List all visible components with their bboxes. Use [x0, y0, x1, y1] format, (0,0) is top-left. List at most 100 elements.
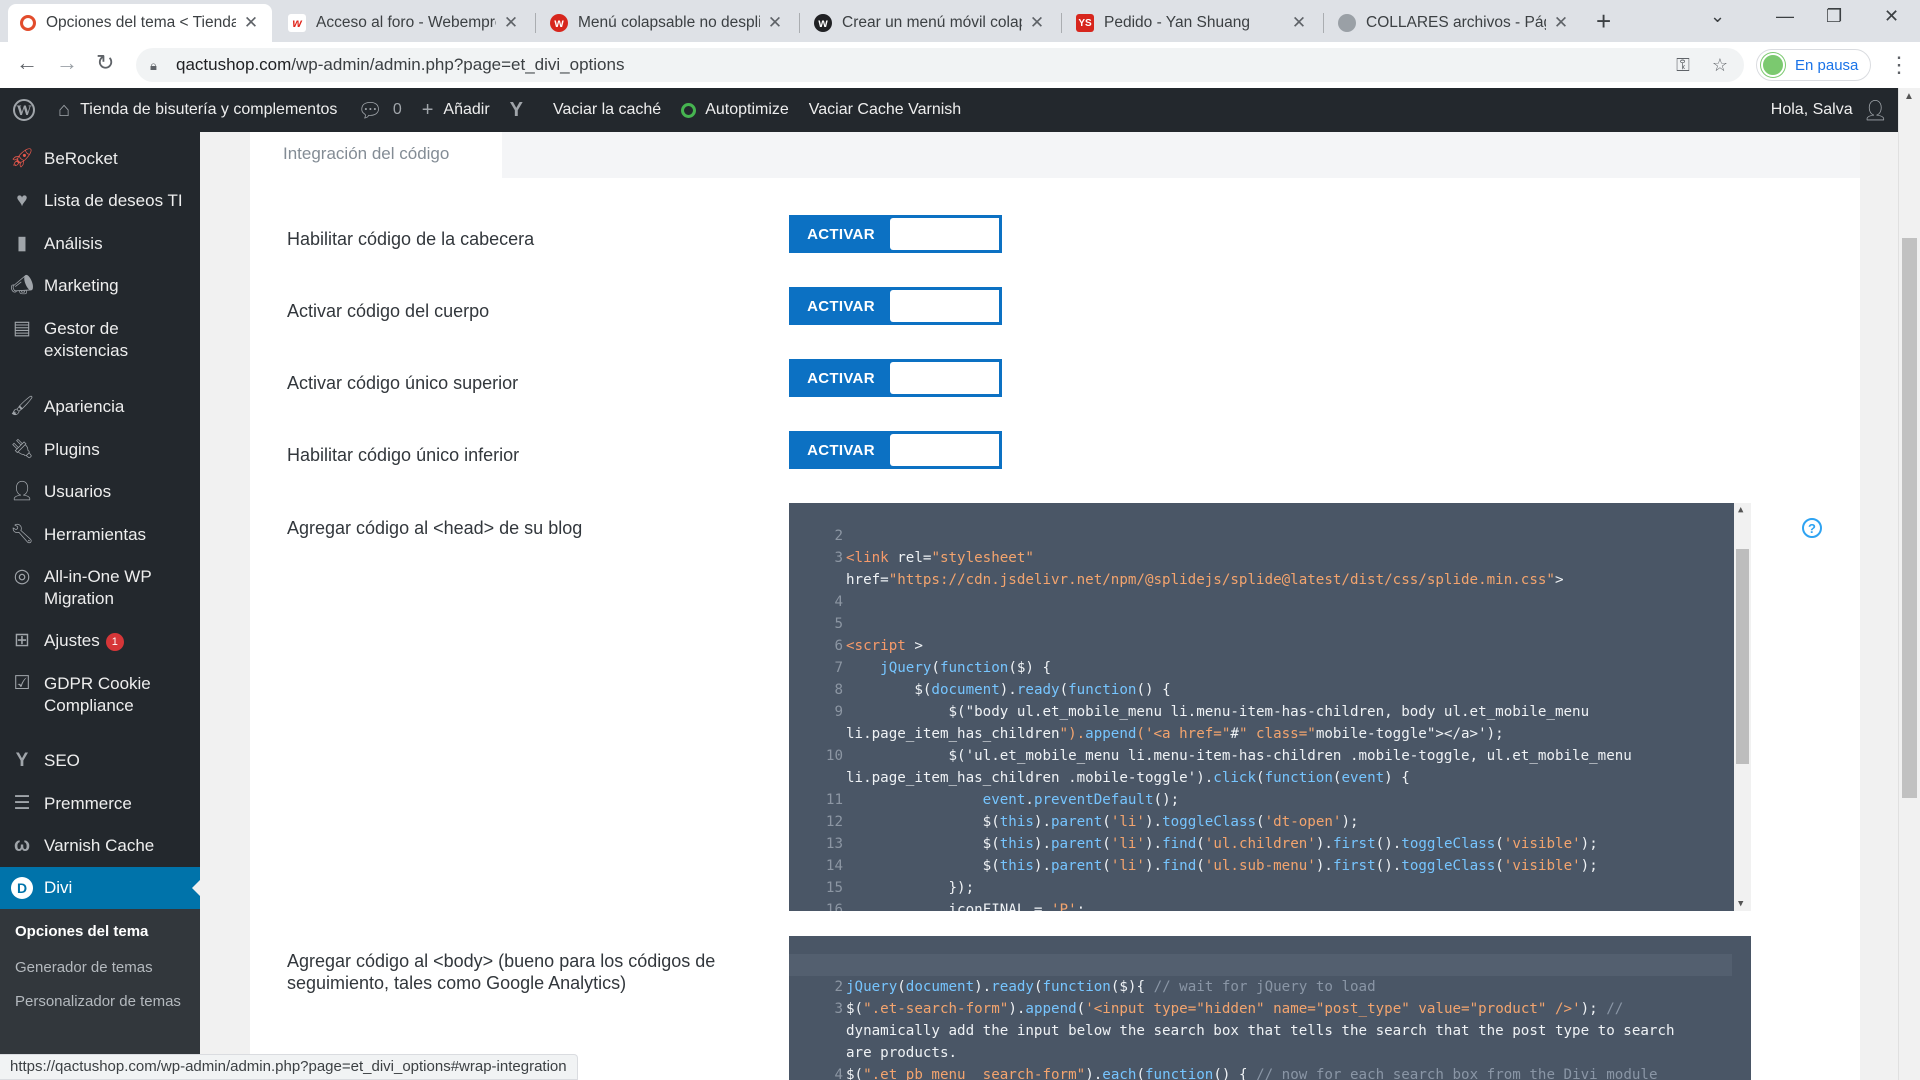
new-tab-icon[interactable]: + — [1596, 6, 1611, 37]
code-line[interactable]: 2 — [789, 525, 1751, 547]
back-icon[interactable]: ← — [16, 50, 38, 76]
submenu-theme-options[interactable]: Opciones del tema — [15, 921, 190, 943]
autoptimize-link[interactable]: Autoptimize — [671, 88, 799, 132]
browser-tab[interactable]: YS Pedido - Yan Shuang ✕ — [1064, 4, 1320, 42]
code-line[interactable]: 11 event.preventDefault(); — [789, 789, 1751, 811]
code-line[interactable]: li.page_item_has_children").append('<a h… — [789, 723, 1751, 745]
code-line[interactable]: 8 $(document).ready(function() { — [789, 679, 1751, 701]
sidebar-item-marketing[interactable]: 📣︎ Marketing — [0, 275, 200, 297]
top-code-toggle[interactable]: ACTIVAR — [789, 359, 1002, 397]
close-tab-icon[interactable]: ✕ — [766, 13, 784, 33]
key-icon[interactable]: ⚿ — [1676, 55, 1690, 76]
add-new-link[interactable]: + Añadir — [412, 88, 500, 132]
bottom-code-toggle[interactable]: ACTIVAR — [789, 431, 1002, 469]
line-number: 10 — [825, 748, 843, 764]
browser-tab[interactable]: w Crear un menú móvil colapsa ✕ — [802, 4, 1058, 42]
code-line[interactable]: 13 $(this).parent('li').find('ul.childre… — [789, 833, 1751, 855]
sidebar-item-analytics[interactable]: ▮ Análisis — [0, 233, 200, 255]
code-line[interactable]: 10 $('ul.et_mobile_menu li.menu-item-has… — [789, 745, 1751, 767]
code-line[interactable]: 2 jQuery(document).ready(function($){ // … — [789, 976, 1751, 998]
sidebar-item-tools[interactable]: 🔧︎ Herramientas — [0, 524, 200, 546]
close-tab-icon[interactable]: ✕ — [1552, 13, 1570, 33]
browser-toolbar: ← → ↻ 🔒︎ qactushop.com/wp-admin/admin.ph… — [0, 42, 1920, 88]
help-icon[interactable]: ? — [1802, 518, 1822, 538]
code-line[interactable]: li.page_item_has_children .mobile-toggle… — [789, 767, 1751, 789]
browser-tab-strip: Opciones del tema < Tienda ✕ w Acceso al… — [0, 0, 1920, 42]
submenu-theme-builder[interactable]: Generador de temas — [15, 957, 190, 979]
site-favicon-icon — [1338, 14, 1356, 32]
reload-icon[interactable]: ↻ — [96, 50, 114, 76]
line-number: 11 — [825, 792, 843, 808]
address-bar[interactable]: 🔒︎ qactushop.com/wp-admin/admin.php?page… — [136, 48, 1744, 82]
code-text: li.page_item_has_children").append('<a h… — [846, 726, 1504, 742]
code-text: iconFINAL = 'P'; — [846, 902, 1086, 911]
browser-tab[interactable]: w Menú colapsable no desplie ✕ — [538, 4, 796, 42]
code-line[interactable]: 4 — [789, 591, 1751, 613]
scroll-down-icon[interactable]: ▼ — [1738, 899, 1743, 909]
varnish-link[interactable]: Vaciar Cache Varnish — [799, 88, 971, 132]
update-count-badge: 1 — [105, 632, 124, 651]
close-window-icon[interactable]: ✕ — [1884, 6, 1899, 27]
body-code-editor[interactable]: 4 $(".et_pb_menu__search-form").each(func… — [789, 936, 1751, 1080]
sidebar-item-migration[interactable]: ◎ All-in-One WP Migration — [0, 566, 200, 610]
sidebar-item-divi[interactable]: D Divi — [0, 867, 200, 909]
code-line[interactable]: 3 <link rel="stylesheet" — [789, 547, 1751, 569]
sidebar-item-appearance[interactable]: 🖌︎ Apariencia — [0, 396, 200, 418]
restore-icon[interactable]: ❐ — [1826, 6, 1842, 27]
code-line[interactable]: 12 $(this).parent('li').toggleClass('dt-… — [789, 811, 1751, 833]
body-code-toggle[interactable]: ACTIVAR — [789, 287, 1002, 325]
sidebar-item-seo[interactable]: Y SEO — [0, 750, 200, 772]
wordpress-logo-icon[interactable]: W — [0, 88, 48, 132]
sidebar-item-wishlist[interactable]: ♥ Lista de deseos TI — [0, 190, 200, 212]
browser-tab-active[interactable]: Opciones del tema < Tienda ✕ — [8, 4, 272, 42]
code-line[interactable]: 6 <script > — [789, 635, 1751, 657]
tab-code-integration[interactable]: Integración del código — [250, 132, 502, 178]
close-tab-icon[interactable]: ✕ — [1290, 13, 1308, 33]
code-line[interactable]: 7 jQuery(function($) { — [789, 657, 1751, 679]
code-text: <link rel="stylesheet" — [846, 550, 1034, 566]
close-tab-icon[interactable]: ✕ — [1028, 13, 1046, 33]
code-line[interactable]: href="https://cdn.jsdelivr.net/npm/@spli… — [789, 569, 1751, 591]
sidebar-item-premmerce[interactable]: ☰ Premmerce — [0, 793, 200, 815]
scroll-up-icon[interactable]: ▲ — [1738, 505, 1743, 515]
close-tab-icon[interactable]: ✕ — [242, 13, 260, 33]
sidebar-item-varnish[interactable]: ω Varnish Cache — [0, 835, 200, 857]
header-code-toggle[interactable]: ACTIVAR — [789, 215, 1002, 253]
my-account-link[interactable]: Hola, Salva 👤︎ — [1761, 88, 1898, 132]
yoast-link[interactable]: Y — [500, 88, 543, 132]
code-line[interactable]: 5 — [789, 613, 1751, 635]
site-name-link[interactable]: ⌂ Tienda de bisutería y complementos — [48, 88, 347, 132]
code-text: dynamically add the input below the sear… — [846, 1023, 1675, 1039]
sidebar-item-plugins[interactable]: 🔌︎ Plugins — [0, 439, 200, 461]
code-line[interactable]: 4 $(".et_pb_menu__search-form").each(func… — [789, 1064, 1751, 1080]
close-tab-icon[interactable]: ✕ — [502, 13, 520, 33]
code-line[interactable]: 9 $("body ul.et_mobile_menu li.menu-item… — [789, 701, 1751, 723]
comments-link[interactable]: 💬︎ 0 — [347, 88, 411, 132]
browser-tab[interactable]: COLLARES archivos - Página ✕ — [1326, 4, 1582, 42]
sidebar-item-stock[interactable]: ▤ Gestor de existencias — [0, 318, 200, 362]
code-line[interactable]: dynamically add the input below the sear… — [789, 1020, 1751, 1042]
sidebar-item-gdpr[interactable]: ☑ GDPR Cookie Compliance — [0, 673, 200, 717]
tab-search-icon[interactable]: ⌄ — [1710, 6, 1725, 27]
bar-chart-icon: ▮ — [16, 233, 28, 254]
code-line[interactable]: 15 }); — [789, 877, 1751, 899]
code-line[interactable]: are products. — [789, 1042, 1751, 1064]
code-line[interactable]: 3 $(".et-search-form").append('<input typ… — [789, 998, 1751, 1020]
code-line[interactable]: 14 $(this).parent('li').find('ul.sub-men… — [789, 855, 1751, 877]
head-code-editor[interactable]: 16 iconFINAL = 'P'; 15 }); 14 $(this).pare… — [789, 503, 1751, 911]
editor-scrollbar[interactable]: ▲ ▼ — [1734, 503, 1751, 911]
browser-tab[interactable]: w Acceso al foro - Webempresa ✕ — [276, 4, 532, 42]
code-line[interactable]: 16 iconFINAL = 'P'; — [789, 899, 1751, 911]
clear-cache-link[interactable]: Vaciar la caché — [543, 88, 671, 132]
scroll-up-icon[interactable]: ▲ — [1904, 91, 1914, 102]
submenu-theme-customizer[interactable]: Personalizador de temas — [15, 991, 190, 1013]
page-scrollbar[interactable]: ▲ — [1898, 88, 1920, 1080]
forward-icon[interactable]: → — [56, 50, 78, 76]
sidebar-item-settings[interactable]: ⊞ Ajustes 1 — [0, 630, 200, 652]
sidebar-item-users[interactable]: 👤︎ Usuarios — [0, 481, 200, 503]
browser-menu-icon[interactable]: ⋮ — [1888, 52, 1910, 78]
minimize-icon[interactable]: — — [1776, 6, 1794, 27]
profile-button[interactable]: En pausa — [1756, 49, 1872, 81]
star-icon[interactable]: ☆ — [1712, 55, 1728, 76]
sidebar-item-berocket[interactable]: 🚀︎ BeRocket — [0, 148, 200, 170]
